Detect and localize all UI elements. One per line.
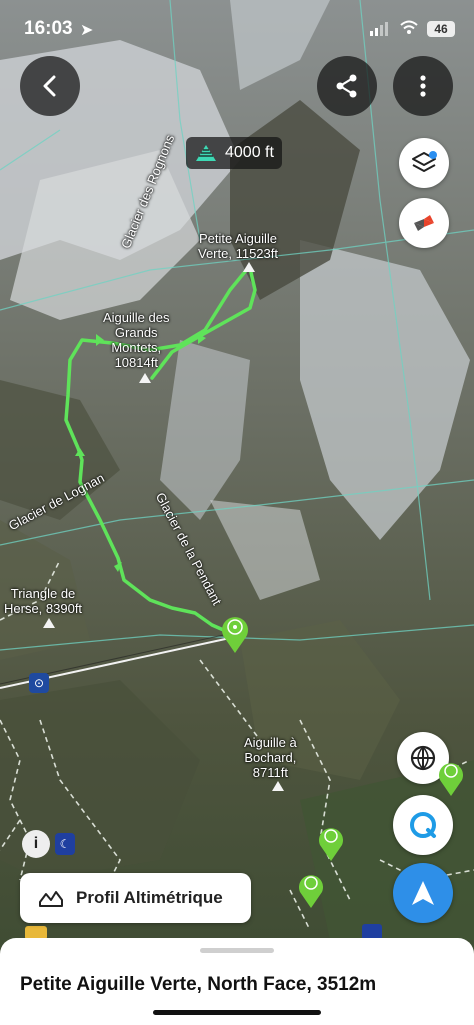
back-button[interactable] — [20, 56, 80, 116]
label-triangle-herse: Triangle de Herse, 8390ft — [4, 586, 83, 616]
altitude-badge: 4000 ft — [186, 137, 282, 169]
elevation-chart-icon — [39, 891, 63, 907]
layers-icon — [412, 151, 437, 172]
more-vertical-icon — [420, 75, 426, 97]
waypoint-pin[interactable] — [316, 823, 346, 861]
location-ring-icon — [410, 812, 436, 838]
altitude-value: 4000 ft — [225, 144, 274, 161]
elevation-profile-button[interactable]: Profil Altimétrique — [20, 873, 251, 923]
label-aiguille-grands-montets: Aiguille des Grands Montets, 10814ft — [103, 310, 170, 370]
waypoint-pin[interactable] — [436, 758, 466, 796]
home-indicator[interactable] — [153, 1010, 321, 1015]
mountain-icon — [196, 145, 216, 161]
more-button[interactable] — [393, 56, 453, 116]
globe-icon — [410, 745, 436, 771]
hut-icon[interactable]: ☾ — [55, 833, 75, 855]
wifi-icon — [400, 20, 418, 34]
label-petite-aiguille-verte: Petite Aiguille Verte, 11523ft — [198, 231, 278, 261]
navigation-arrow-icon — [412, 881, 434, 905]
layers-button[interactable] — [399, 138, 449, 188]
share-icon — [336, 74, 357, 98]
cable-car-icon[interactable]: ⊙ — [29, 673, 49, 693]
info-icon[interactable]: i — [22, 830, 50, 858]
waypoint-pin[interactable] — [296, 870, 326, 908]
elevation-profile-label: Profil Altimétrique — [76, 888, 223, 907]
label-aiguille-bochard: Aiguille à Bochard, 8711ft — [244, 735, 297, 780]
signal-icon — [370, 22, 388, 36]
chevron-left-icon — [43, 75, 56, 97]
route-title: Petite Aiguille Verte, North Face, 3512m — [20, 974, 377, 995]
compass-icon — [414, 215, 434, 231]
compass-button[interactable] — [399, 198, 449, 248]
navigate-button[interactable] — [393, 863, 453, 923]
share-button[interactable] — [317, 56, 377, 116]
status-bar: 16:03 ➤ 46 — [0, 0, 474, 56]
waypoint-pin[interactable] — [219, 613, 251, 653]
location-arrow-icon: ➤ — [80, 22, 94, 39]
sheet-drag-handle[interactable] — [200, 948, 274, 953]
location-search-button[interactable] — [393, 795, 453, 855]
battery-indicator: 46 — [427, 21, 455, 37]
status-time: 16:03 — [24, 18, 73, 39]
